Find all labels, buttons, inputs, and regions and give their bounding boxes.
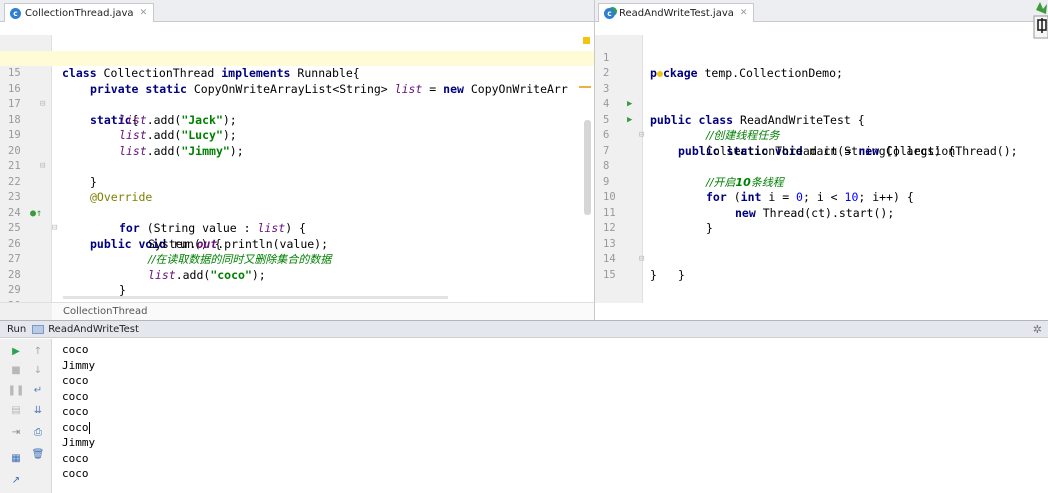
code-line[interactable]: 26 //在读取数据的同时又删除集合的数据 — [0, 221, 594, 267]
console-line: coco — [62, 389, 89, 403]
scroll-to-end-icon[interactable]: ⇊ — [31, 403, 45, 417]
left-editor-hscrollbar[interactable] — [63, 296, 448, 299]
code-line[interactable]: 8 //开启10条线程 — [595, 144, 1048, 189]
code-line[interactable]: 25 System.out.println(value); — [0, 206, 594, 251]
code-line[interactable]: 14 class CollectionThread implements Run… — [0, 35, 594, 81]
code-line[interactable]: 14 } — [595, 237, 1048, 282]
text-caret — [88, 421, 90, 434]
code-line[interactable]: 11 } — [595, 190, 1048, 236]
code-line[interactable]: 10 new Thread(ct).start(); — [595, 175, 1048, 220]
console-line: coco — [62, 405, 89, 418]
code-line[interactable]: 2 — [595, 51, 1048, 79]
breadcrumb[interactable]: CollectionThread — [52, 302, 594, 320]
code-line[interactable]: 4 ▶ ⊟ public static void main(String[] a… — [595, 82, 1048, 158]
change-marker[interactable] — [579, 86, 591, 88]
console-line: coco — [62, 451, 89, 465]
console-line: Jimmy — [62, 358, 96, 372]
code-line[interactable]: 19 list.add("Jimmy"); — [0, 113, 594, 158]
dump-threads-icon[interactable]: ▤ — [9, 403, 23, 417]
tab-collectionthread[interactable]: c CollectionThread.java ✕ — [4, 3, 155, 22]
java-class-icon: c — [10, 7, 21, 19]
tab-label: ReadAndWriteTest.java — [619, 7, 734, 19]
run-configuration-tab[interactable]: ReadAndWriteTest — [48, 324, 139, 335]
gear-icon[interactable]: ✲ — [1033, 323, 1042, 336]
run-panel-label: Run — [7, 323, 27, 335]
run-configuration-icon — [32, 324, 45, 334]
code-line[interactable]: 15 — [595, 252, 1048, 281]
pause-icon[interactable]: ❚❚ — [8, 383, 25, 397]
exit-icon[interactable]: ⇥ — [9, 425, 23, 439]
rerun-icon[interactable]: ▶ — [9, 344, 23, 358]
run-panel-header: Run ReadAndWriteTest ✲ — [0, 320, 1048, 338]
code-line[interactable]: 5 //创建线程任务 — [595, 97, 1048, 143]
code-line[interactable]: 17 list.add("Jack"); — [0, 82, 594, 127]
stop-icon[interactable]: ■ — [9, 363, 23, 377]
left-editor-scrollbar[interactable] — [584, 120, 591, 215]
console-line: coco — [62, 343, 89, 356]
left-editor-tabbar: c CollectionThread.java ✕ — [0, 0, 594, 22]
code-line[interactable]: 20 ⊟ } — [0, 128, 594, 189]
console-line: coco — [62, 374, 89, 387]
close-tab-icon[interactable]: ✕ — [740, 8, 748, 18]
corner-decoration-icon — [1033, 2, 1048, 39]
code-line[interactable]: 29 ⊟ } — [0, 268, 594, 328]
console-line: Jimmy — [62, 436, 96, 449]
right-editor-tabbar: c ReadAndWriteTest.java ✕ — [595, 0, 1048, 22]
pin-tab-icon[interactable]: ↗ — [9, 473, 23, 487]
soft-wrap-icon[interactable]: ↵ — [31, 383, 45, 397]
line-number: 15 — [603, 268, 616, 281]
code-line[interactable]: 21 — [0, 144, 594, 172]
code-line[interactable]: 23 ●↑ ⊟ public void run() { — [0, 175, 594, 251]
layout-icon[interactable]: ▦ — [9, 451, 23, 465]
code-line[interactable]: 24 for (String value : list) { — [0, 190, 594, 236]
code-line[interactable]: 28 } — [0, 252, 594, 298]
code-line[interactable]: 22 @Override — [0, 159, 594, 205]
code-line[interactable]: 16 ⊟ static{ — [0, 66, 594, 127]
left-editor[interactable]: 14 class CollectionThread implements Run… — [0, 35, 594, 328]
clear-all-icon[interactable]: 🗑 — [31, 447, 45, 461]
tab-label: CollectionThread.java — [25, 7, 134, 19]
right-editor[interactable]: 1 p ckage temp.CollectionDemo; 2 3 ▶ publ… — [595, 35, 1048, 303]
console-output[interactable]: coco Jimmy coco coco coco coco Jimmy coc… — [52, 339, 1048, 493]
code-line-current[interactable]: 15 private static CopyOnWriteArrayList<S… — [0, 50, 594, 96]
scroll-down-icon[interactable]: ↓ — [31, 363, 45, 377]
warning-marker-icon[interactable] — [583, 37, 590, 44]
scroll-up-icon[interactable]: ↑ — [31, 344, 45, 358]
code-line[interactable]: 1 p ckage temp.CollectionDemo; — [595, 35, 1048, 81]
console-line: coco — [62, 420, 90, 434]
code-line[interactable]: 9 for (int i = 0; i < 10; i++) { — [595, 159, 1048, 205]
code-line[interactable]: 18 list.add("Lucy"); — [0, 97, 594, 143]
code-line[interactable]: 27 list.add("coco"); — [0, 237, 594, 282]
code-line[interactable]: 7 — [595, 128, 1048, 157]
tab-readandwritetest[interactable]: c ReadAndWriteTest.java ✕ — [598, 3, 755, 22]
run-toolbar: ▶ ↑ ■ ↓ ❚❚ ↵ ▤ ⇊ ⇥ ⎙ ▦ 🗑 ↗ — [0, 339, 52, 493]
java-runnable-class-icon: c — [604, 7, 615, 19]
code-line[interactable]: 6 CollectionThread ct = new CollectionTh… — [595, 113, 1048, 158]
code-line[interactable]: 13 ⊟ } — [595, 221, 1048, 282]
close-tab-icon[interactable]: ✕ — [140, 8, 148, 18]
print-icon[interactable]: ⎙ — [31, 425, 45, 439]
code-text: } — [678, 267, 685, 282]
code-line[interactable]: 12 — [595, 206, 1048, 234]
breadcrumb-gutter — [0, 302, 52, 320]
code-text: } — [650, 267, 657, 282]
console-line: coco — [62, 467, 89, 480]
code-line[interactable]: 3 ▶ public class ReadAndWriteTest { — [595, 66, 1048, 127]
breadcrumb-item[interactable]: CollectionThread — [63, 306, 147, 317]
